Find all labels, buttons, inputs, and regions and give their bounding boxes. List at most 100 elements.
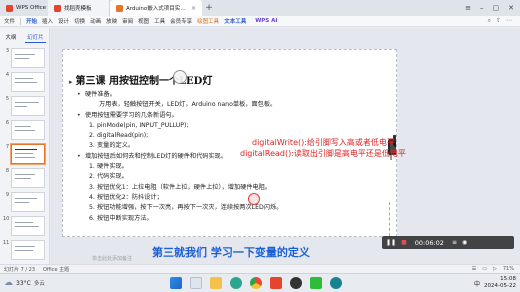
slide-thumbnail[interactable] <box>11 72 45 92</box>
more-icon[interactable]: ⋯ <box>506 17 512 25</box>
notes-placeholder[interactable]: 单击此处添加备注 <box>92 255 132 262</box>
minimize-icon[interactable]: – <box>480 4 484 12</box>
weather-widget[interactable]: ☁ 33°C 多云 <box>0 278 120 288</box>
menu-item-transition[interactable]: 切换 <box>74 17 85 25</box>
search-icon[interactable]: ⌕ <box>488 17 491 25</box>
tab-arduino-ppt[interactable]: Arduino嵌入式项目实战教学v0.2 × <box>110 0 202 16</box>
obs-icon[interactable] <box>290 277 302 289</box>
system-tray: 中 15:08 2024-05-22 <box>474 276 516 290</box>
slide-thumbnail[interactable] <box>11 48 45 68</box>
tab-daoke-templates[interactable]: 找稻壳模板 <box>48 0 110 16</box>
stop-icon[interactable]: ■ <box>401 239 407 246</box>
close-icon[interactable]: ✕ <box>508 4 514 12</box>
play-icon[interactable]: ▷ <box>493 266 497 272</box>
menubar-right-icons: ⌕ ⇪ ⋯ <box>488 17 520 25</box>
list-item: • 硬件准备。 <box>77 91 116 98</box>
thumbnail-item[interactable]: 4 <box>3 72 45 92</box>
thumbnail-number: 3 <box>5 48 9 54</box>
cloud-icon: ☁ <box>4 278 13 288</box>
tab-wps-office-home[interactable]: WPS Office <box>0 0 48 16</box>
slide-thumbnail[interactable] <box>11 120 45 140</box>
menu-item-animation[interactable]: 动画 <box>90 17 101 25</box>
list-item: 3. 按钮优化1：上拉电阻（软件上拉，硬件上拉），增加硬件电阻。 <box>89 183 272 191</box>
menu-item-review[interactable]: 审阅 <box>122 17 133 25</box>
menu-item-home[interactable]: 开始 <box>26 17 37 25</box>
menu-item-member[interactable]: 会员专享 <box>170 17 192 25</box>
tab-label: 找稻壳模板 <box>64 6 92 12</box>
clock[interactable]: 15:08 2024-05-22 <box>484 276 516 290</box>
menu-item-text-tools[interactable]: 文本工具 <box>224 17 246 25</box>
slide-counter: 幻灯片 7 / 23 <box>4 266 35 273</box>
thumbnail-number: 4 <box>5 72 9 78</box>
menu-item-insert[interactable]: 插入 <box>42 17 53 25</box>
pause-icon[interactable]: ❚❚ <box>386 239 396 246</box>
wps-logo-icon <box>6 4 13 12</box>
search-icon[interactable] <box>190 277 202 289</box>
camera-icon[interactable]: ◉ <box>462 239 467 246</box>
menu-item-slideshow[interactable]: 放映 <box>106 17 117 25</box>
weather-temp: 33°C <box>16 279 31 287</box>
slide-thumbnail[interactable] <box>11 216 45 236</box>
list-item: 1. pinMode(pin, INPUT_PULLUP); <box>89 121 189 129</box>
wps-icon[interactable] <box>270 277 282 289</box>
list-item: • 使用按钮需要学习的几条新语句。 <box>77 111 178 119</box>
menu-item-file[interactable]: 文件 <box>4 17 15 25</box>
edge-browser-icon[interactable] <box>230 277 242 289</box>
thumbnail-item[interactable]: 8 <box>3 168 45 188</box>
slide-thumbnail-selected[interactable] <box>11 144 45 164</box>
menu-icon[interactable]: ≡ <box>452 239 457 246</box>
menu-item-tools[interactable]: 工具 <box>154 17 165 25</box>
thumbnail-number: 6 <box>5 120 9 126</box>
menu-item-view[interactable]: 视图 <box>138 17 149 25</box>
tab-label: Arduino嵌入式项目实战教学v0.2 <box>126 6 188 12</box>
normal-view-icon[interactable]: ▭ <box>482 266 487 272</box>
video-control-bar: ❚❚ ■ 00:06:02 ≡ ◉ <box>382 236 514 249</box>
divider <box>20 17 22 25</box>
arduino-ide-icon[interactable] <box>330 277 342 289</box>
thumbnail-item[interactable]: 10 <box>3 216 45 236</box>
tab-slides[interactable]: 幻灯片 <box>25 32 46 43</box>
title-arrow: ▸ <box>69 77 73 86</box>
annotation-digitalwrite: digitalWrite():给引脚写入高或者低电平 <box>252 138 395 147</box>
notes-icon[interactable]: ☰ <box>472 266 476 272</box>
new-tab-button[interactable]: + <box>202 0 216 16</box>
thumbnail-item[interactable]: 9 <box>3 192 45 212</box>
zoom-level[interactable]: 71% <box>503 266 514 272</box>
menu-item-drawing-tools[interactable]: 绘图工具 <box>197 17 219 25</box>
file-explorer-icon[interactable] <box>210 277 222 289</box>
slide-thumbnail[interactable] <box>11 96 45 116</box>
clock-time: 15:08 <box>500 276 516 282</box>
daoke-icon <box>54 4 61 12</box>
tab-outline[interactable]: 大纲 <box>3 32 18 43</box>
maximize-icon[interactable]: ▢ <box>493 4 500 12</box>
cursor-highlight <box>248 193 260 205</box>
thumbnail-item[interactable]: 3 <box>3 48 45 68</box>
list-item: 4. 按钮优化2：防抖设计； <box>89 193 163 201</box>
close-tab-icon[interactable]: × <box>191 5 196 12</box>
slide-title[interactable]: ▸ 第三课 用按钮控制一个LED灯 <box>69 72 212 87</box>
wechat-icon[interactable] <box>310 277 322 289</box>
windows-start-icon[interactable] <box>170 277 182 289</box>
chrome-icon[interactable] <box>250 277 262 289</box>
menu-item-design[interactable]: 设计 <box>58 17 69 25</box>
thumbnail-item[interactable]: 7 <box>3 144 45 164</box>
status-bar: 幻灯片 7 / 23 Office 主题 ☰ ▭ ▷ 71% <box>0 264 520 273</box>
window-controls: ≡ – ▢ ✕ <box>465 0 520 16</box>
taskbar-apps <box>170 277 342 289</box>
os-taskbar: ☁ 33°C 多云 中 15:08 2024-05-22 <box>0 273 520 292</box>
thumbnail-number: 11 <box>3 240 10 246</box>
weather-condition: 多云 <box>33 281 45 287</box>
menu-icon[interactable]: ≡ <box>465 4 471 12</box>
slide-thumbnail[interactable] <box>11 192 45 212</box>
time-display: 00:06:02 <box>414 238 444 247</box>
wps-ai-button[interactable]: WPS AI <box>255 18 277 24</box>
ime-indicator[interactable]: 中 <box>474 279 480 288</box>
share-icon[interactable]: ⇪ <box>496 17 501 25</box>
slide-thumbnail[interactable] <box>11 168 45 188</box>
status-right: ☰ ▭ ▷ 71% <box>472 266 520 272</box>
list-item: 2. 代码实现。 <box>89 173 128 181</box>
thumbnail-item[interactable]: 5 <box>3 96 45 116</box>
thumbnail-item[interactable]: 6 <box>3 120 45 140</box>
slide-thumbnail[interactable] <box>11 240 45 260</box>
thumbnail-item[interactable]: 11 <box>3 240 45 260</box>
